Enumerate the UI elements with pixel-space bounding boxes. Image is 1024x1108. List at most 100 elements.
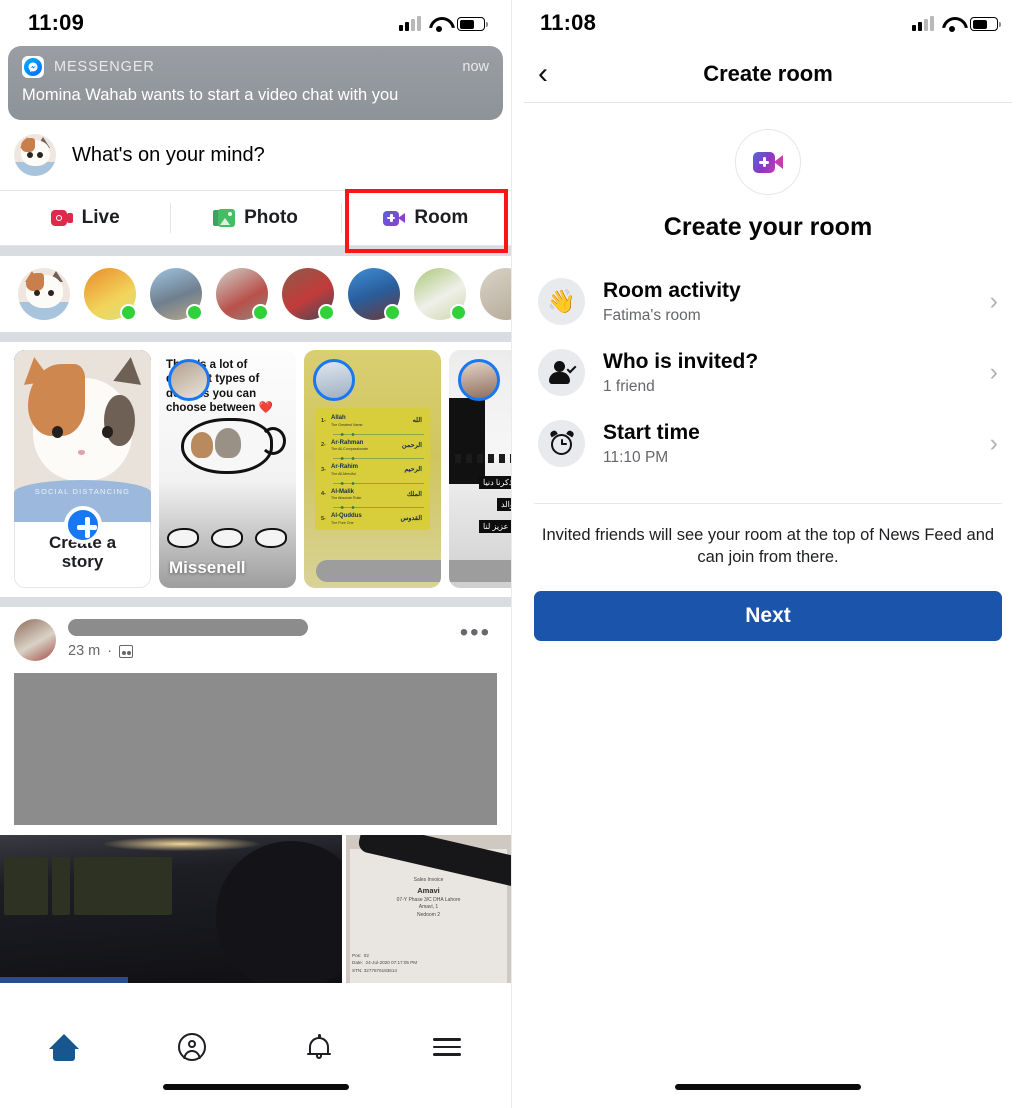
names-row-ar: الملك	[406, 490, 422, 498]
room-button[interactable]: Room	[340, 191, 511, 245]
names-row-number: 1-	[321, 417, 326, 424]
messenger-notification-banner[interactable]: MESSENGER now Momina Wahab wants to star…	[8, 46, 503, 120]
receipt-item-1: Amavi, 1	[418, 904, 439, 911]
notification-timestamp: now	[462, 59, 489, 75]
names-row-en: Al-Quddus	[331, 513, 362, 519]
status-icons	[399, 15, 488, 32]
tab-home[interactable]	[0, 1033, 128, 1061]
photo-icon	[213, 209, 236, 227]
story-avatar-7[interactable]	[414, 268, 467, 321]
friends-audience-icon	[119, 644, 134, 658]
wifi-icon	[942, 16, 962, 32]
row-title: Who is invited?	[603, 349, 759, 373]
row-start-time[interactable]: Start time 11:10 PM ›	[512, 408, 1024, 479]
names-row-sub: The All-Merciful	[331, 471, 356, 476]
online-status-dot	[450, 304, 467, 321]
post-photo-receipt[interactable]: Sales Invoice Amavi 07-Y Phase 3/C DHA L…	[346, 835, 511, 983]
story-card-girl[interactable]: ذكرنا دنيا والد عزيز لنا b	[449, 350, 511, 588]
names-row-ar: القدوس	[400, 515, 422, 522]
create-story-plus-icon[interactable]	[63, 506, 102, 544]
names-of-allah-sheet: 1- Allah The Greatest Name الله 2- Ar-Rahman…	[315, 408, 430, 530]
online-status-dot	[384, 304, 401, 321]
chevron-right-icon[interactable]: ›	[990, 431, 998, 456]
status-time: 11:08	[540, 10, 597, 35]
waving-hand-icon: 👋	[538, 278, 585, 325]
room-video-icon	[383, 210, 406, 226]
names-row-sub: The Greatest Name	[331, 422, 363, 427]
receipt-text: Sales Invoice Amavi 07-Y Phase 3/C DHA L…	[346, 877, 511, 920]
row-text: Start time 11:10 PM	[603, 421, 990, 467]
story-card-names-of-allah[interactable]: 1- Allah The Greatest Name الله 2- Ar-Rahman…	[304, 350, 441, 588]
post-photo-strip[interactable]: Sales Invoice Amavi 07-Y Phase 3/C DHA L…	[0, 835, 511, 983]
story-avatar-2[interactable]	[84, 268, 137, 321]
stories-avatar-strip[interactable]	[0, 256, 511, 332]
names-row: 1- Allah The Greatest Name الله 2- Ar-Rahman…	[321, 415, 424, 525]
names-row-en: Allah	[331, 415, 346, 421]
messenger-icon	[22, 56, 44, 78]
receipt-pos-value: 02	[363, 952, 369, 958]
story-avatar-4[interactable]	[216, 268, 269, 321]
story-card-mask-author: Missenell	[169, 558, 246, 577]
row-who-is-invited[interactable]: Who is invited? 1 friend ›	[512, 337, 1024, 408]
live-button[interactable]: Live	[0, 191, 170, 245]
create-story-card[interactable]: SOCIAL DISTANCING Create a story	[14, 350, 151, 588]
bottom-tab-bar	[0, 1016, 511, 1108]
receipt-date-value: 24-Jul-2020 07:17:05 PM	[365, 960, 418, 966]
composer-prompt[interactable]: What's on your mind?	[72, 144, 265, 167]
story-author-ring	[313, 359, 355, 401]
footer-note: Invited friends will see your room at th…	[534, 503, 1002, 569]
next-button[interactable]: Next	[534, 590, 1002, 641]
hero-title: Create your room	[663, 213, 873, 241]
story-avatar-1[interactable]	[18, 268, 70, 320]
row-subtitle: 1 friend	[603, 377, 655, 395]
story-card-mask[interactable]: There's a lot of different types of desi…	[159, 350, 296, 588]
caption-bar-3: عزيز لنا	[479, 520, 511, 533]
names-row-number: 3-	[321, 466, 326, 473]
status-bar-left: 11:09	[0, 0, 511, 46]
post-author-avatar[interactable]	[14, 619, 56, 661]
post-timestamp-row: 23 m ·	[68, 643, 460, 659]
photo-button[interactable]: Photo	[170, 191, 340, 245]
story-author-ring	[168, 359, 210, 401]
story-avatar-5[interactable]	[282, 268, 335, 321]
post-separator: ·	[107, 643, 113, 659]
battery-icon	[457, 17, 488, 31]
notification-header: MESSENGER now	[22, 56, 489, 78]
names-row-number: 2-	[321, 442, 326, 449]
post-timestamp: 23 m	[68, 643, 101, 659]
story-avatar-6[interactable]	[348, 268, 401, 321]
notification-app-name: MESSENGER	[54, 59, 155, 75]
names-row-number: 5-	[321, 515, 326, 522]
battery-icon	[970, 17, 1001, 31]
story-avatar-8[interactable]	[480, 268, 511, 320]
tab-menu[interactable]	[383, 1038, 511, 1056]
row-room-activity[interactable]: 👋 Room activity Fatima's room ›	[512, 266, 1024, 337]
names-row-en: Al-Malik	[331, 488, 355, 495]
chevron-right-icon[interactable]: ›	[990, 289, 998, 314]
row-text: Who is invited? 1 friend	[603, 350, 990, 396]
tab-profile[interactable]	[128, 1033, 256, 1061]
caption-bar-1: ذكرنا دنيا	[479, 476, 511, 489]
row-title: Room activity	[603, 278, 741, 302]
post-photo-dark[interactable]	[0, 835, 342, 983]
row-subtitle: Fatima's room	[603, 306, 701, 324]
receipt-stn-value: 3277876183614	[363, 968, 397, 974]
stories-card-row[interactable]: SOCIAL DISTANCING Create a story There's…	[0, 342, 511, 597]
receipt-address: 07-Y Phase 3/C DHA Lahore	[396, 896, 461, 903]
names-row-sub: The Pure One	[331, 520, 354, 525]
online-status-dot	[318, 304, 335, 321]
names-row-ar: الرحيم	[404, 466, 422, 473]
user-avatar[interactable]	[14, 134, 56, 176]
section-divider	[0, 332, 511, 342]
names-row-ar: الرحمن	[401, 441, 422, 449]
cellular-signal-icon	[399, 15, 421, 31]
story-author-ring	[458, 359, 500, 401]
status-composer[interactable]: What's on your mind?	[0, 120, 511, 190]
post-more-options-button[interactable]: •••	[460, 619, 497, 645]
post-header: 23 m · •••	[0, 607, 511, 669]
page-title: Create room	[703, 61, 833, 86]
tab-notifications[interactable]	[256, 1033, 384, 1061]
chevron-right-icon[interactable]: ›	[990, 360, 998, 385]
story-avatar-3[interactable]	[150, 268, 203, 321]
hamburger-menu-icon	[433, 1038, 462, 1056]
